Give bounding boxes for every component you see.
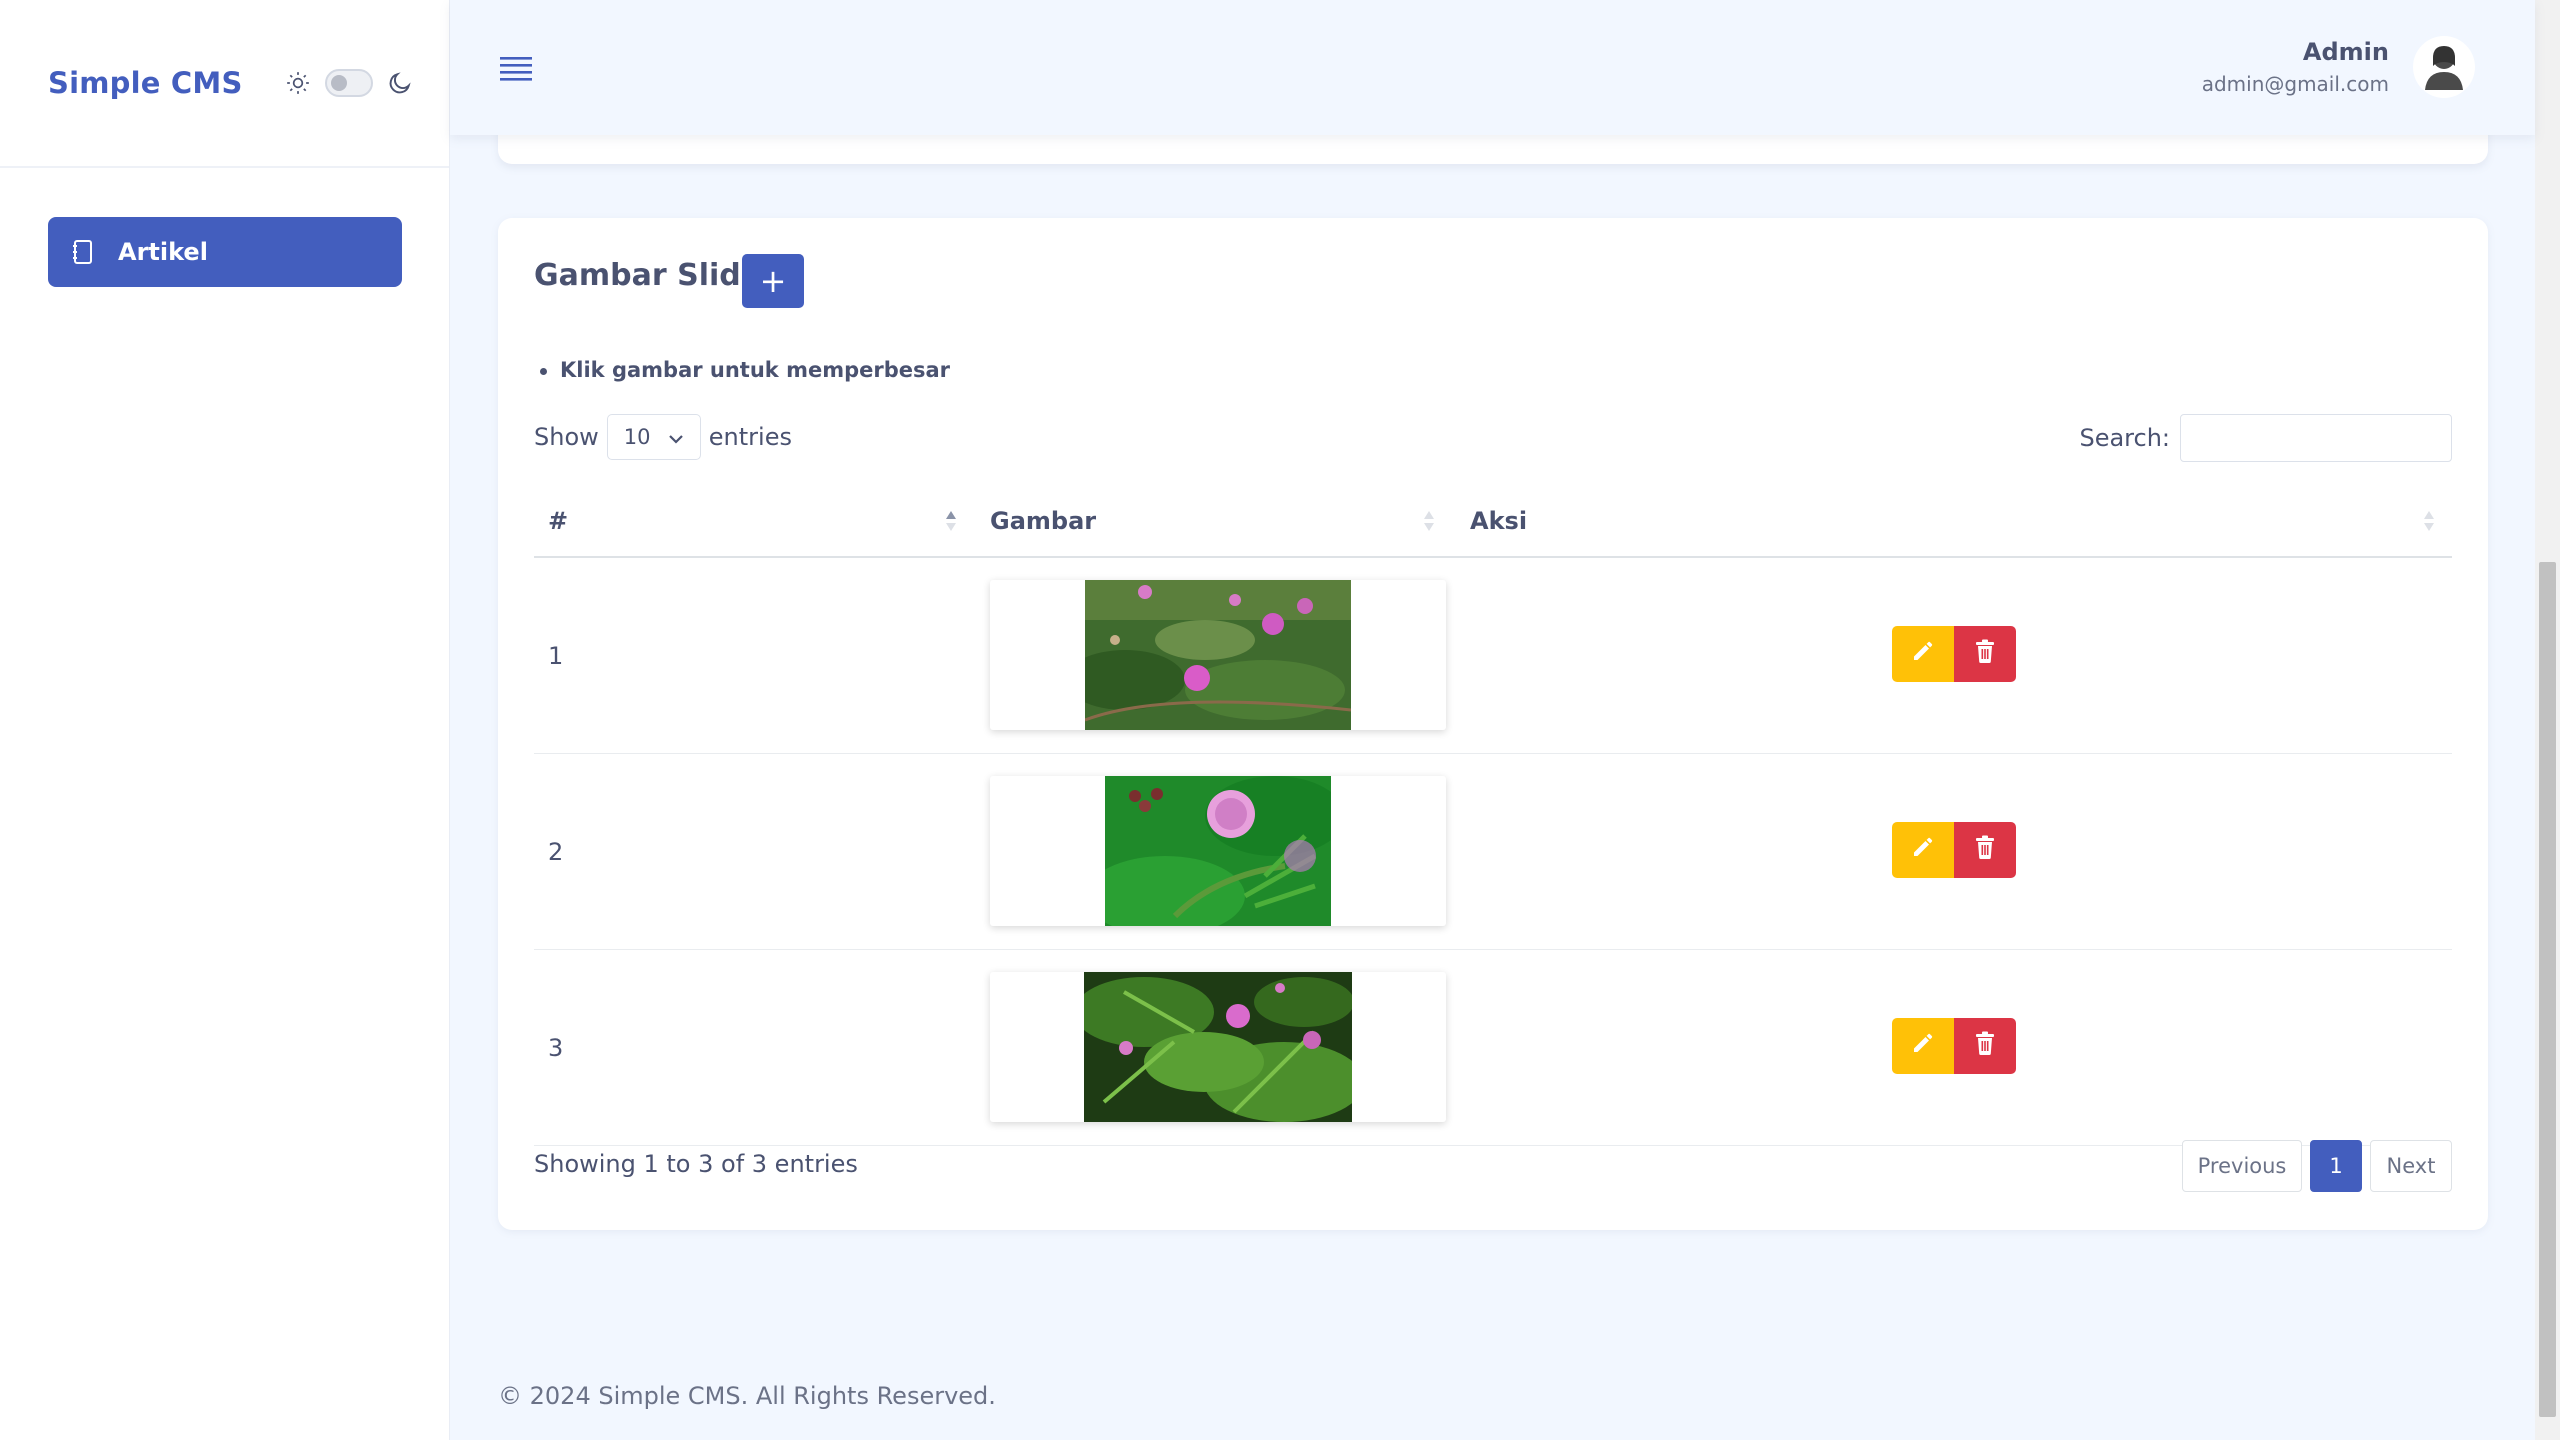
row-actions [1892,822,2016,878]
row-actions [1892,626,2016,682]
show-label: Show [534,423,599,451]
slider-image-cell [990,580,1446,730]
previous-page-button[interactable]: Previous [2182,1140,2302,1192]
edit-button[interactable] [1892,822,1954,878]
pagination: Previous 1 Next [2182,1140,2452,1192]
sun-icon [285,70,311,96]
avatar[interactable] [2413,36,2475,98]
brand-logo[interactable]: Simple CMS [48,66,243,100]
sidebar-header: Simple CMS [0,0,449,168]
add-slider-button[interactable]: + [742,254,804,308]
theme-toggle [285,69,413,97]
switch-knob [330,75,347,91]
table-row: 2 [534,754,2452,950]
page-1-button[interactable]: 1 [2310,1140,2362,1192]
row-number: 3 [548,1034,564,1062]
slider-image-thumbnail[interactable] [1084,972,1352,1122]
edit-button[interactable] [1892,1018,1954,1074]
trash-icon [1974,835,1996,865]
table-row: 1 [534,558,2452,754]
table-info: Showing 1 to 3 of 3 entries [534,1150,858,1178]
entries-label: entries [708,423,792,451]
pencil-icon [1911,639,1935,669]
trash-icon [1974,1031,1996,1061]
user-menu[interactable]: Admin admin@gmail.com [2202,36,2475,98]
slider-image-thumbnail[interactable] [1105,776,1331,926]
page-length-value: 10 [623,425,651,449]
search-label: Search: [2079,424,2170,452]
edit-button[interactable] [1892,626,1954,682]
row-actions [1892,1018,2016,1074]
column-header-aksi[interactable]: Aksi [1470,486,1527,556]
row-number: 2 [548,838,564,866]
row-number: 1 [548,642,564,670]
hamburger-menu-icon[interactable] [500,55,532,87]
slider-table: # Gambar Aksi 1 2 3 [534,486,2452,1146]
slider-image-thumbnail[interactable] [1085,580,1351,730]
hint-text: Klik gambar untuk memperbesar [539,358,951,382]
table-header: # Gambar Aksi [534,486,2452,558]
user-name: Admin [2302,38,2389,66]
search-input[interactable] [2180,414,2452,462]
sort-icon [1422,486,1436,556]
delete-button[interactable] [1954,626,2016,682]
top-bar: Admin admin@gmail.com [450,0,2535,135]
journal-icon [72,239,94,265]
pencil-icon [1911,1031,1935,1061]
next-page-button[interactable]: Next [2370,1140,2452,1192]
slider-image-cell [990,776,1446,926]
page-length-control: Show 10 entries [534,414,792,460]
moon-icon [387,70,413,96]
trash-icon [1974,639,1996,669]
dark-mode-switch[interactable] [324,69,373,97]
sidebar-item-artikel[interactable]: Artikel [48,217,402,287]
scrollbar-thumb[interactable] [2539,562,2556,1417]
slider-card: Gambar Slider + Klik gambar untuk memper… [498,218,2488,1230]
sort-icon [2422,486,2436,556]
slider-image-cell [990,972,1446,1122]
user-info: Admin admin@gmail.com [2202,38,2389,96]
column-header-number[interactable]: # [548,486,568,556]
page-title: Gambar Slider [534,258,776,293]
column-header-gambar[interactable]: Gambar [990,486,1096,556]
footer-copyright: © 2024 Simple CMS. All Rights Reserved. [498,1382,996,1410]
page-length-select[interactable]: 10 [606,414,701,460]
delete-button[interactable] [1954,822,2016,878]
user-email: admin@gmail.com [2201,72,2389,96]
sidebar-item-label: Artikel [118,238,208,266]
page-scrollbar[interactable] [2535,0,2560,1440]
sort-asc-icon [944,486,958,556]
chevron-down-icon [668,425,684,449]
delete-button[interactable] [1954,1018,2016,1074]
pencil-icon [1911,835,1935,865]
search-control: Search: [2079,414,2452,462]
sidebar: Simple CMS Artikel [0,0,450,1440]
table-row: 3 [534,950,2452,1146]
